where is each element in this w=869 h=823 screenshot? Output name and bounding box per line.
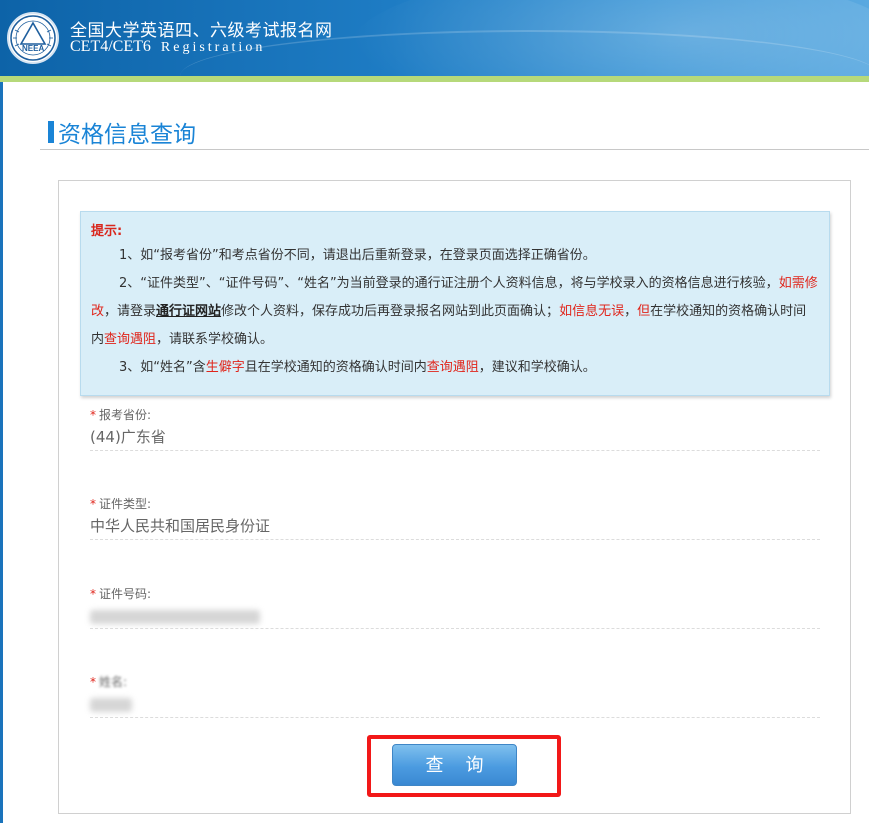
- required-mark: *: [90, 408, 96, 422]
- site-header: NEEA 全国大学英语四、六级考试报名网 CET4/CET6 Registrati…: [0, 0, 869, 78]
- site-title-en-sub: Registration: [160, 40, 266, 55]
- field-province-label-text: 报考省份:: [99, 408, 152, 422]
- notice-item-2-f: ，: [624, 304, 638, 319]
- notice-box: 提示: 1、如“报考省份”和考点省份不同，请退出后重新登录，在登录页面选择正确省…: [80, 211, 830, 396]
- neea-logo[interactable]: NEEA: [7, 12, 59, 64]
- notice-item-3-d: 查询遇阻: [426, 360, 479, 375]
- required-mark: *: [90, 675, 96, 689]
- notice-item-2-a: 2、“证件类型”、“证件号码”、“姓名”为当前登录的通行证注册个人资料信息，将与…: [119, 276, 779, 291]
- field-name-label-text: 姓名:: [99, 675, 128, 689]
- redacted-value: [90, 609, 260, 624]
- notice-item-2-j: ，请联系学校确认。: [156, 332, 274, 347]
- notice-item-3-a: 3、如“姓名”含: [119, 360, 206, 375]
- field-province-value: (44)广东省: [90, 428, 166, 446]
- notice-item-2-c: ，请登录: [104, 304, 157, 319]
- field-id-type: * 证件类型: 中华人民共和国居民身份证: [90, 495, 820, 540]
- field-divider: [90, 450, 820, 451]
- page-title-bar: [48, 121, 54, 143]
- field-id-number: * 证件号码:: [90, 585, 820, 629]
- page-title: 资格信息查询: [48, 117, 196, 148]
- notice-item-3-c: 且在学校通知的资格确认时间内: [244, 360, 427, 375]
- field-province: * 报考省份: (44)广东省: [90, 406, 820, 451]
- notice-item-1: 1、如“报考省份”和考点省份不同，请退出后重新登录，在登录页面选择正确省份。: [119, 248, 596, 263]
- page: NEEA 全国大学英语四、六级考试报名网 CET4/CET6 Registrati…: [0, 0, 869, 823]
- field-name: * 姓名:: [90, 673, 820, 718]
- notice-item-2-d: 修改个人资料，保存成功后再登录报名网站到此页面确认；: [221, 304, 560, 319]
- site-title-en-main: CET4/CET6: [70, 38, 151, 55]
- field-id-number-label-text: 证件号码:: [99, 587, 152, 601]
- field-name-value: [90, 693, 820, 715]
- field-name-label: * 姓名:: [90, 673, 820, 690]
- field-id-number-label: * 证件号码:: [90, 585, 820, 602]
- notice-item-2: 2、“证件类型”、“证件号码”、“姓名”为当前登录的通行证注册个人资料信息，将与…: [91, 270, 819, 354]
- left-rail: [0, 82, 3, 823]
- field-id-number-value: [90, 605, 820, 627]
- header-stripe: [0, 76, 869, 82]
- notice-item-3: 3、如“姓名”含生僻字且在学校通知的资格确认时间内查询遇阻，建议和学校确认。: [91, 354, 819, 382]
- field-id-type-value: 中华人民共和国居民身份证: [90, 517, 271, 535]
- notice-item-2-e: 如信息无误: [559, 304, 625, 319]
- notice-item-3-b: 生僻字: [205, 360, 245, 375]
- page-title-text: 资格信息查询: [58, 122, 196, 148]
- passport-site-link[interactable]: 通行证网站: [156, 304, 221, 319]
- notice-item-3-e: ，建议和学校确认。: [478, 360, 596, 375]
- notice-label: 提示:: [91, 224, 123, 239]
- logo-text: NEEA: [22, 44, 45, 53]
- query-button[interactable]: 查询: [392, 744, 517, 786]
- field-province-label: * 报考省份:: [90, 406, 820, 423]
- field-divider: [90, 628, 820, 629]
- site-title-en: CET4/CET6 Registration: [70, 38, 265, 56]
- notice-item-2-i: 查询遇阻: [104, 332, 157, 347]
- required-mark: *: [90, 497, 96, 511]
- title-divider: [40, 149, 869, 150]
- redacted-value: [90, 697, 132, 712]
- notice-item-2-g: 但: [637, 304, 651, 319]
- field-id-type-label-text: 证件类型:: [99, 497, 152, 511]
- field-id-type-label: * 证件类型:: [90, 495, 820, 512]
- required-mark: *: [90, 587, 96, 601]
- neea-logo-icon: [10, 15, 56, 61]
- field-divider: [90, 539, 820, 540]
- field-divider: [90, 717, 820, 718]
